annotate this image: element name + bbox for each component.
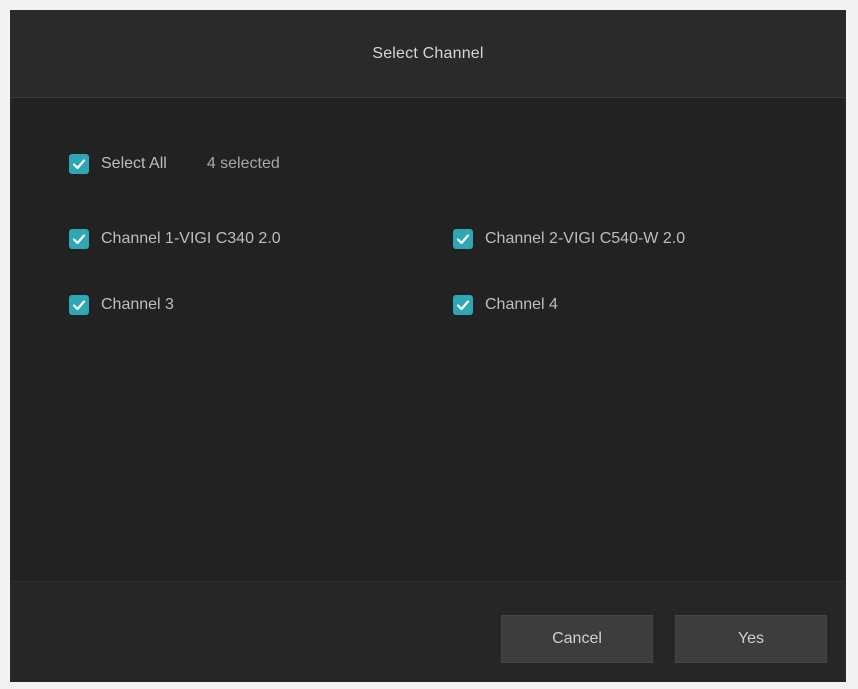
select-all-label: Select All	[101, 155, 167, 172]
checkmark-icon	[72, 159, 86, 170]
dialog-titlebar: Select Channel	[11, 11, 845, 98]
yes-button[interactable]: Yes	[675, 615, 827, 663]
checkmark-icon	[72, 300, 86, 311]
selected-count: 4 selected	[206, 155, 280, 172]
channel-1-label: Channel 1-VIGI C340 2.0	[101, 230, 281, 247]
channel-item-3[interactable]: Channel 3	[69, 293, 174, 317]
channel-3-checkbox[interactable]	[69, 295, 89, 315]
select-all-checkbox[interactable]	[69, 154, 89, 174]
channel-item-4[interactable]: Channel 4	[453, 293, 558, 317]
channel-2-label: Channel 2-VIGI C540-W 2.0	[485, 230, 686, 247]
checkmark-icon	[456, 300, 470, 311]
channel-item-2[interactable]: Channel 2-VIGI C540-W 2.0	[453, 227, 685, 251]
channel-3-label: Channel 3	[101, 296, 174, 313]
channel-4-checkbox[interactable]	[453, 295, 473, 315]
checkmark-icon	[72, 234, 86, 245]
dialog-footer: Cancel Yes	[11, 581, 845, 682]
cancel-button[interactable]: Cancel	[501, 615, 653, 663]
select-all-row[interactable]: Select All 4 selected	[69, 152, 280, 176]
channel-2-checkbox[interactable]	[453, 229, 473, 249]
checkmark-icon	[456, 234, 470, 245]
channel-4-label: Channel 4	[485, 296, 558, 313]
select-channel-dialog: Select Channel Select All 4 selected Cha…	[10, 10, 846, 682]
dialog-title: Select Channel	[372, 45, 484, 62]
channel-item-1[interactable]: Channel 1-VIGI C340 2.0	[69, 227, 281, 251]
channel-1-checkbox[interactable]	[69, 229, 89, 249]
